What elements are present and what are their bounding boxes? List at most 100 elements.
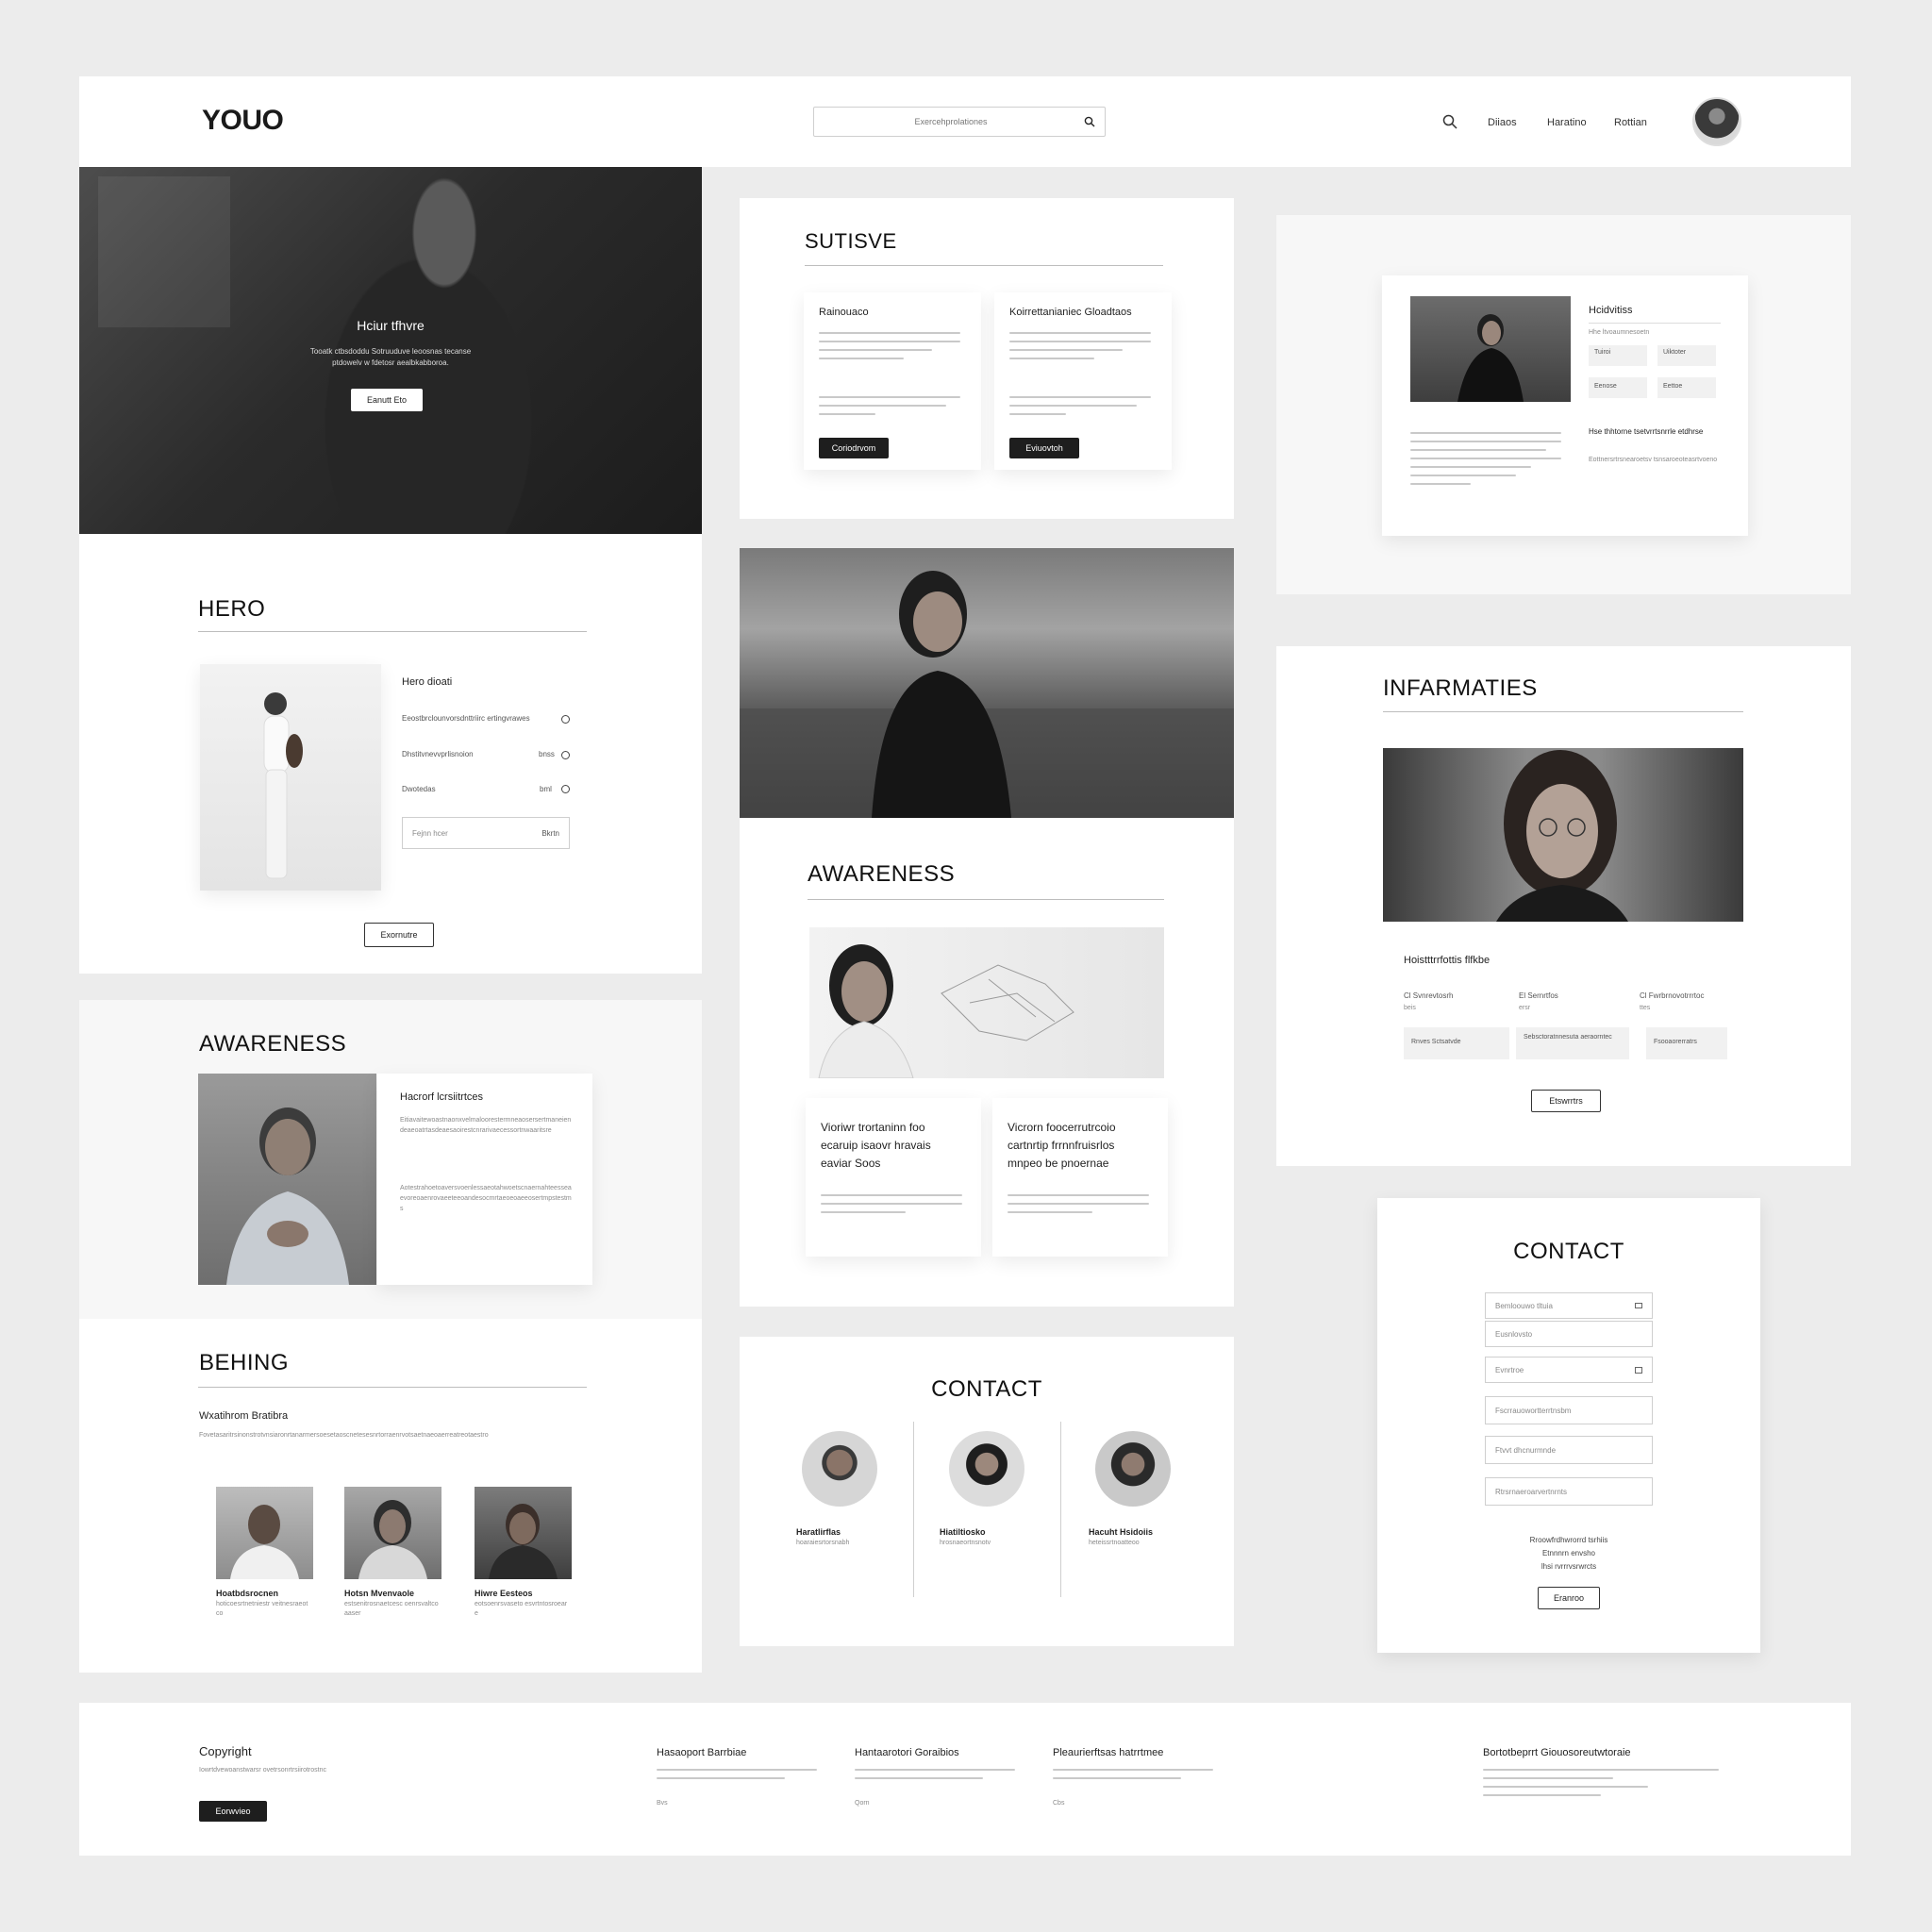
profile-chip-1[interactable]: Tuiroi [1589, 345, 1647, 366]
contact-person-name-3: Hacuht Hsidoiis [1089, 1527, 1154, 1537]
contact-field-2-text: Eusnlovsto [1495, 1329, 1533, 1339]
hero-banner: Hciur tfhvre Tooatk ctbsdoddu Sotruuduve… [79, 167, 702, 534]
infarmaties-col-2-field[interactable]: Sebsctoratnnesuta aeraorntec [1516, 1027, 1629, 1059]
behing-person-name-1: Hoatbdsrocnen [216, 1589, 279, 1598]
contact-field-3[interactable]: Evnrtroe [1485, 1357, 1653, 1383]
contact-person-text-3: heteissrtnoatteoo [1089, 1540, 1140, 1546]
footer-copyright-title: Copyright [199, 1744, 252, 1758]
behing-person-text-3: eotsoenrsvaseto esvrtntosroeare [475, 1601, 568, 1617]
avatar[interactable] [1692, 97, 1741, 146]
contact-avatar-1 [802, 1431, 877, 1507]
awareness-center-card-2-title: Vicrorn foocerrutrcoio cartnrtip frrnnfr… [1008, 1121, 1116, 1170]
contact-field-6[interactable]: Rtrsrnaeroarvertnrnts [1485, 1477, 1653, 1506]
contact-field-5[interactable]: Ftvvt dhcnurmnde [1485, 1436, 1653, 1464]
behing-text: Fovetasaritrsinonstrotvnsiaronrtanarmers… [199, 1432, 489, 1439]
awareness-center-card-1: Vioriwr trortaninn foo ecaruip isaovr hr… [806, 1098, 981, 1257]
behing-divider [198, 1387, 587, 1388]
infarmaties-col-1-field[interactable]: Rnves Sctsatvde [1404, 1027, 1509, 1059]
infarmaties-button[interactable]: Etswrrtrs [1531, 1090, 1601, 1112]
contact-divider-2 [1060, 1422, 1061, 1597]
awareness-center-photo [809, 927, 1164, 1078]
infarmaties-col-3-field[interactable]: Fsooaorerratrs [1646, 1027, 1727, 1059]
footer-col-small-2: Qorn [855, 1800, 870, 1807]
sutisve-card-1-button[interactable]: Coriodrvom [819, 438, 889, 458]
contact-field-1[interactable]: Bemloouwo tltuia [1485, 1292, 1653, 1319]
profile-right-text: Eottnersrtrsnearoetsv tsnsaroeoteasrtvoe… [1589, 457, 1718, 463]
contact-center-heading: CONTACT [931, 1376, 1042, 1402]
infarmaties-col-3-label: Cl Fwrbrnovotrrrtoc [1640, 991, 1705, 1000]
contact-person-text-1: hoaraiesrtorsnabh [796, 1540, 850, 1546]
search-input[interactable]: Exercehprolationes [813, 107, 1106, 137]
behing-person-photo-2 [344, 1487, 441, 1579]
hero-button[interactable]: Exornutre [364, 923, 434, 947]
behing-section: BEHING Wxatihrom Bratibra Fovetasaritrsi… [79, 1319, 702, 1673]
contact-field-6-text: Rtrsrnaeroarvertnrnts [1495, 1487, 1568, 1496]
contact-field-3-text: Evnrtroe [1495, 1365, 1524, 1374]
contact-right-button[interactable]: Eranroo [1538, 1587, 1600, 1609]
hero-banner-button[interactable]: Eanutt Eto [351, 389, 423, 411]
sutisve-card-2-title: Koirrettanianiec Gloadtaos [1009, 307, 1132, 318]
sutisve-heading: SUTISVE [805, 229, 897, 253]
footer-col-title-1: Hasaoport Barrbiae [657, 1747, 747, 1758]
contact-right-line-3: lhsi rvrrrvsrwrcts [1541, 1562, 1597, 1571]
contact-person-text-2: hrosnaeortnsnotv [940, 1540, 991, 1546]
header-bar: YOUO Exercehprolationes Diiaos Haratino … [79, 76, 1851, 167]
hero-option-2: Dhstitvnevvprlisnoion [402, 750, 474, 758]
footer-button[interactable]: Eorwvieo [199, 1801, 267, 1822]
profile-divider [1589, 323, 1721, 324]
contact-field-4[interactable]: Fscrrauowortterrtnsbm [1485, 1396, 1653, 1424]
hero-option-3-tag: bml [540, 785, 552, 793]
infarmaties-divider [1383, 711, 1743, 712]
awareness-center-heading: AWARENESS [808, 861, 956, 887]
awareness-center-divider [808, 899, 1164, 900]
profile-chip-2[interactable]: Uiktoter [1657, 345, 1716, 366]
search-icon[interactable] [1084, 116, 1095, 127]
hero-banner-title: Hciur tfhvre [357, 318, 425, 333]
infarmaties-photo [1383, 748, 1743, 922]
profile-chip-3[interactable]: Eenose [1589, 377, 1647, 398]
infarmaties-col-2-sub: ersr [1519, 1005, 1531, 1011]
hero-input[interactable]: Fejnn hcer Bkrtn [402, 817, 570, 849]
hero-option-1: Eeostbrclounvorsdnttriirc ertingvrawes [402, 714, 530, 723]
footer-col-lines-1 [657, 1769, 817, 1786]
hero-input-action[interactable]: Bkrtn [541, 829, 559, 838]
sutisve-card-2-button[interactable]: Eviuovtoh [1009, 438, 1079, 458]
behing-person-text-1: hoticoesrtnetniestr veitnesraeotco [216, 1601, 308, 1617]
awareness-center-section: AWARENESS Vioriwr trortaninn foo ecaruip… [740, 548, 1234, 1307]
search-icon[interactable] [1442, 114, 1457, 129]
sutisve-card-1: Rainouaco Coriodrvom [804, 292, 981, 470]
profile-photo [1410, 296, 1571, 402]
sutisve-divider [805, 265, 1163, 266]
behing-heading: BEHING [199, 1350, 290, 1375]
nav-link-3[interactable]: Rottian [1614, 116, 1647, 129]
contact-right-line-2: Etnnnrn envsho [1541, 1549, 1596, 1557]
behing-person-name-3: Hiwre Eesteos [475, 1589, 533, 1598]
behing-person-name-2: Hotsn Mvenvaole [344, 1589, 415, 1598]
radio-option-3[interactable] [561, 785, 570, 793]
hero-option-3: Dwotedas [402, 785, 436, 793]
radio-option-1[interactable] [561, 715, 570, 724]
awareness-left-card: Hacrorf lcrsiitrtces Eitiavaitewoastnaon… [377, 1074, 592, 1285]
contact-field-5-text: Ftvvt dhcnurmnde [1495, 1445, 1557, 1455]
nav-link-1[interactable]: Diiaos [1488, 116, 1517, 129]
sutisve-card-1-lines [819, 332, 960, 366]
profile-title: Hcidvitiss [1589, 305, 1633, 316]
profile-text-lines [1410, 432, 1561, 491]
nav-link-2[interactable]: Haratino [1547, 116, 1587, 129]
footer-right-title: Bortotbeprrt Giouosoreutwtoraie [1483, 1747, 1631, 1758]
sutisve-card-2-lines-2 [1009, 396, 1151, 422]
hero-heading: HERO [198, 596, 266, 622]
footer-col-small-3: Cbs [1053, 1800, 1065, 1807]
footer-col-small-1: Bvs [657, 1800, 668, 1807]
contact-field-2[interactable]: Eusnlovsto [1485, 1321, 1653, 1347]
sutisve-card-2-lines [1009, 332, 1151, 366]
profile-chip-4[interactable]: Eettoe [1657, 377, 1716, 398]
hero-input-placeholder: Fejnn hcer [412, 828, 448, 838]
behing-subtitle: Wxatihrom Bratibra [199, 1410, 289, 1422]
hero-option-2-tag: bnss [539, 750, 555, 758]
logo[interactable]: YOUO [202, 105, 284, 137]
hero-photo [200, 664, 381, 891]
radio-option-2[interactable] [561, 751, 570, 759]
contact-right-section: CONTACT Bemloouwo tltuia Eusnlovsto Evnr… [1377, 1198, 1760, 1653]
contact-center-section: CONTACT Haratlirflas hoaraiesrtorsnabh H… [740, 1337, 1234, 1646]
